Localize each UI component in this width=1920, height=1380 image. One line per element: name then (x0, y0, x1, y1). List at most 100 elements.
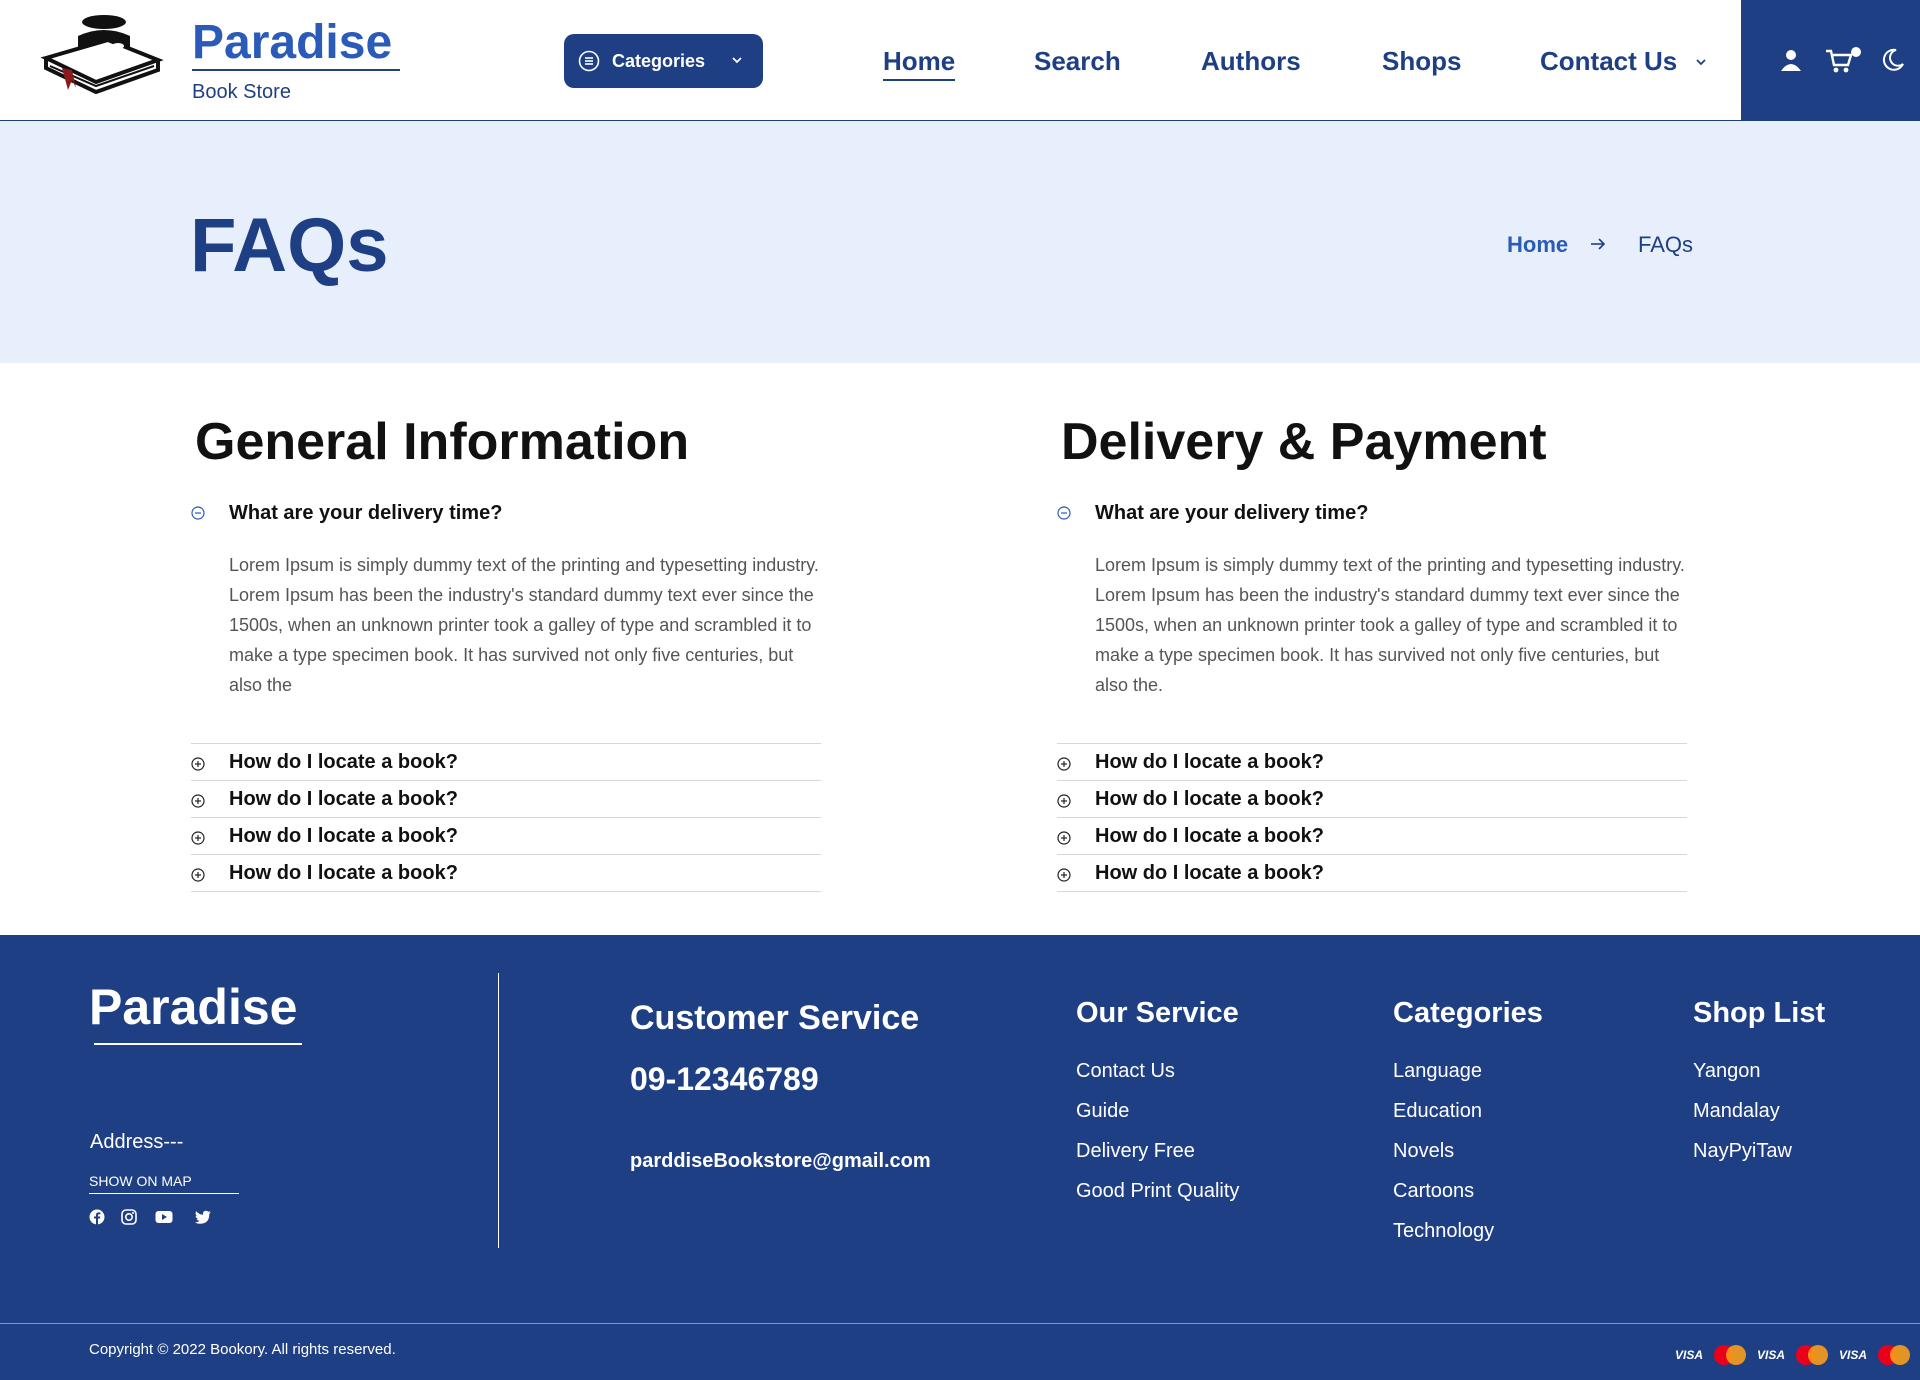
show-on-map-link[interactable]: SHOW ON MAP (89, 1173, 239, 1194)
plus-circle-icon (191, 794, 205, 808)
faq-question-text: How do I locate a book? (229, 751, 458, 773)
customer-service-phone[interactable]: 09-12346789 (630, 1061, 819, 1098)
categories-title: Categories (1393, 997, 1543, 1029)
footer-link[interactable]: Language (1393, 1051, 1543, 1091)
shop-list-title: Shop List (1693, 997, 1826, 1029)
footer-brand[interactable]: Paradise (89, 977, 297, 1037)
nav-shops[interactable]: Shops (1382, 46, 1461, 77)
footer-divider (498, 973, 499, 1248)
brand[interactable]: Paradise Book Store (192, 14, 400, 104)
footer-address: Address--- (90, 1131, 184, 1153)
plus-circle-icon (1057, 831, 1071, 845)
list-icon (578, 50, 600, 72)
plus-circle-icon (1057, 757, 1071, 771)
customer-service-title: Customer Service (630, 999, 920, 1037)
faq-question-open[interactable]: What are your delivery time? (1057, 499, 1687, 527)
faq-question-text: How do I locate a book? (229, 862, 458, 884)
faq-answer: Lorem Ipsum is simply dummy text of the … (229, 555, 819, 695)
faq-delivery-section: Delivery & Payment What are your deliver… (1057, 410, 1687, 892)
plus-circle-icon (191, 831, 205, 845)
faq-general-section: General Information What are your delive… (191, 410, 821, 892)
footer-link[interactable]: Novels (1393, 1131, 1543, 1171)
customer-service-email[interactable]: parddiseBookstore@gmail.com (630, 1150, 931, 1173)
plus-circle-icon (191, 868, 205, 882)
faq-question-text: How do I locate a book? (1095, 862, 1324, 884)
faq-question-list: How do I locate a book? How do I locate … (1057, 743, 1687, 892)
faq-question-text: What are your delivery time? (1095, 502, 1369, 524)
faq-question-item[interactable]: How do I locate a book? (191, 781, 821, 818)
footer-link[interactable]: Delivery Free (1076, 1131, 1239, 1171)
copyright: Copyright © 2022 Bookory. All rights res… (89, 1341, 396, 1358)
moon-icon[interactable] (1881, 48, 1905, 72)
faq-question-item[interactable]: How do I locate a book? (1057, 855, 1687, 892)
page-title: FAQs (190, 203, 389, 288)
youtube-icon[interactable] (155, 1209, 173, 1225)
footer-brand-underline (94, 1043, 302, 1045)
footer-link[interactable]: Contact Us (1076, 1051, 1239, 1091)
footer-link[interactable]: Guide (1076, 1091, 1239, 1131)
nav-search[interactable]: Search (1034, 46, 1121, 77)
minus-circle-icon (191, 506, 205, 520)
faq-question-text: How do I locate a book? (1095, 825, 1324, 847)
book-logo-icon[interactable] (38, 10, 164, 94)
faq-question-item[interactable]: How do I locate a book? (1057, 818, 1687, 855)
faq-question-text: How do I locate a book? (229, 825, 458, 847)
facebook-icon[interactable] (89, 1209, 105, 1225)
faq-delivery-title: Delivery & Payment (1061, 413, 1547, 471)
faq-question-text: How do I locate a book? (1095, 751, 1324, 773)
plus-circle-icon (191, 757, 205, 771)
arrow-right-icon (1591, 238, 1606, 250)
categories-button[interactable]: Categories (564, 34, 763, 88)
plus-circle-icon (1057, 868, 1071, 882)
our-service-title: Our Service (1076, 997, 1239, 1029)
shop-list-column: Shop List Yangon Mandalay NayPyiTaw (1693, 995, 1825, 1171)
categories-column: Categories Language Education Novels Car… (1393, 995, 1543, 1251)
footer-link[interactable]: Cartoons (1393, 1171, 1543, 1211)
chevron-down-icon (1696, 58, 1706, 65)
mastercard-icon (1796, 1345, 1828, 1365)
faq-question-text: How do I locate a book? (1095, 788, 1324, 810)
faq-question-item[interactable]: How do I locate a book? (1057, 781, 1687, 818)
faq-question-text: What are your delivery time? (229, 502, 503, 524)
twitter-icon[interactable] (194, 1209, 212, 1225)
faq-question-open[interactable]: What are your delivery time? (191, 499, 821, 527)
breadcrumb-current: FAQs (1638, 232, 1694, 257)
brand-subtitle: Book Store (192, 81, 291, 103)
visa-icon: VISA (1674, 1348, 1703, 1362)
minus-circle-icon (1057, 506, 1071, 520)
footer-link[interactable]: Mandalay (1693, 1091, 1825, 1131)
footer-link[interactable]: NayPyiTaw (1693, 1131, 1825, 1171)
payment-methods: VISA VISA VISA (1674, 1345, 1910, 1365)
footer-link[interactable]: Education (1393, 1091, 1543, 1131)
nav-home[interactable]: Home (883, 46, 956, 81)
visa-icon: VISA (1838, 1348, 1867, 1362)
nav-contact-us[interactable]: Contact Us (1540, 46, 1707, 77)
faq-general-title: General Information (195, 413, 690, 471)
faq-question-item[interactable]: How do I locate a book? (1057, 744, 1687, 781)
categories-label: Categories (612, 50, 706, 71)
footer-link[interactable]: Yangon (1693, 1051, 1825, 1091)
brand-title[interactable]: Paradise (192, 14, 400, 72)
faq-answer: Lorem Ipsum is simply dummy text of the … (1095, 555, 1685, 695)
nav-authors[interactable]: Authors (1201, 46, 1301, 77)
chevron-down-icon (732, 57, 742, 64)
plus-circle-icon (1057, 794, 1071, 808)
cart-icon[interactable] (1825, 48, 1853, 74)
faq-question-item[interactable]: How do I locate a book? (191, 818, 821, 855)
user-icon[interactable] (1779, 48, 1803, 72)
breadcrumb-home[interactable]: Home (1507, 232, 1568, 258)
nav-contact-label: Contact Us (1540, 46, 1678, 76)
visa-icon: VISA (1756, 1348, 1785, 1362)
footer-rule (0, 1323, 1920, 1324)
our-service-column: Our Service Contact Us Guide Delivery Fr… (1076, 995, 1239, 1211)
footer-link[interactable]: Good Print Quality (1076, 1171, 1239, 1211)
header-tools (1741, 0, 1920, 121)
site-footer: Paradise Address--- SHOW ON MAP Customer… (0, 935, 1920, 1380)
instagram-icon[interactable] (121, 1209, 137, 1225)
faq-question-list: How do I locate a book? How do I locate … (191, 743, 821, 892)
cart-badge (1851, 47, 1861, 57)
site-header: Paradise Book Store Categories Home Sear… (0, 0, 1920, 121)
faq-question-item[interactable]: How do I locate a book? (191, 855, 821, 892)
faq-question-item[interactable]: How do I locate a book? (191, 744, 821, 781)
footer-link[interactable]: Technology (1393, 1211, 1543, 1251)
